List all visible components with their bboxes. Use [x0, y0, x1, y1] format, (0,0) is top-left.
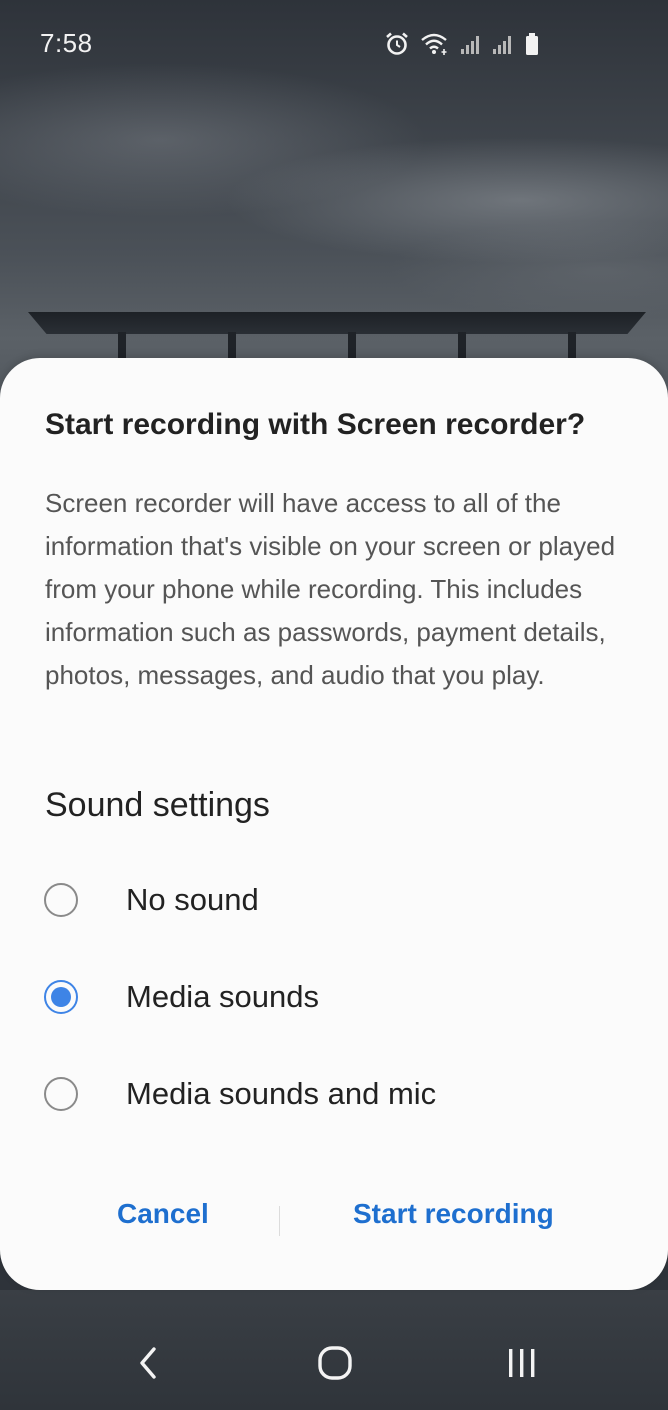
dialog-title: Start recording with Screen recorder? [45, 408, 586, 441]
recents-button[interactable] [492, 1340, 552, 1390]
screen-recorder-dialog: Start recording with Screen recorder? Sc… [0, 358, 668, 1290]
signal-icon [492, 33, 514, 55]
navigation-bar [0, 1320, 668, 1410]
back-icon [136, 1345, 160, 1386]
option-label: Media sounds and mic [126, 1076, 437, 1111]
option-media-sounds[interactable]: Media sounds [40, 965, 640, 1029]
home-button[interactable] [305, 1340, 365, 1390]
media-sounds-and-mic-radio[interactable] [44, 1077, 78, 1111]
wifi-icon [420, 32, 450, 56]
back-button[interactable] [118, 1340, 178, 1390]
dialog-message: Screen recorder will have access to all … [45, 488, 616, 690]
alarm-icon [384, 31, 410, 57]
option-label: Media sounds [126, 979, 320, 1014]
status-time: 7:58 [40, 28, 93, 58]
button-divider [279, 1206, 280, 1236]
status-bar: 7:58 [0, 0, 668, 88]
battery-icon [524, 32, 540, 56]
recents-icon [505, 1347, 539, 1384]
option-label: No sound [126, 882, 259, 917]
option-media-sounds-and-mic[interactable]: Media sounds and mic [40, 1062, 640, 1126]
sound-settings-heading: Sound settings [45, 786, 270, 824]
home-icon [317, 1345, 353, 1386]
media-sounds-radio[interactable] [44, 980, 78, 1014]
start-recording-button[interactable]: Start recording [353, 1198, 554, 1230]
no-sound-radio[interactable] [44, 883, 78, 917]
status-icons [384, 30, 540, 58]
option-no-sound[interactable]: No sound [40, 868, 640, 932]
cancel-button[interactable]: Cancel [117, 1198, 209, 1230]
signal-icon [460, 33, 482, 55]
